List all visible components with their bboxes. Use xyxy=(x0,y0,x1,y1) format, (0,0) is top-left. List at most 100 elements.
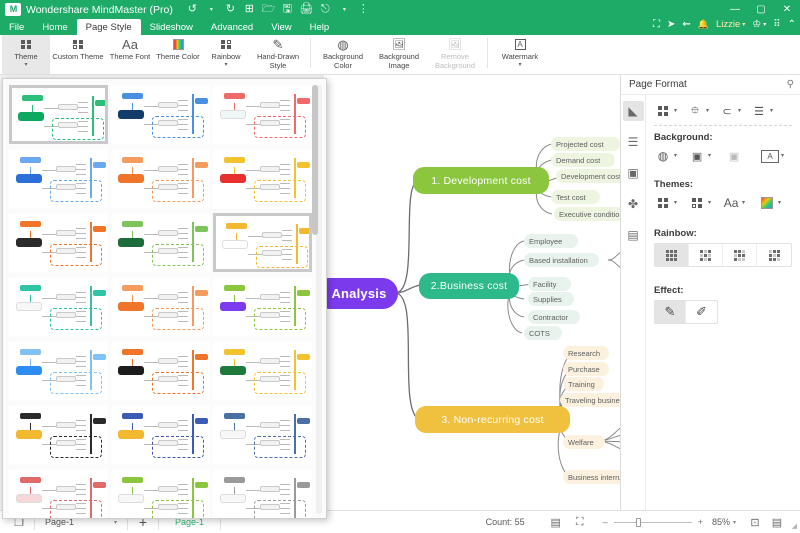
rainbow-option-4[interactable] xyxy=(757,244,791,266)
theme-thumbnail[interactable] xyxy=(9,277,108,336)
mindmap-branch-business-cost[interactable]: 2.Business cost xyxy=(419,273,519,299)
mindmap-subnode[interactable]: COTS xyxy=(524,326,562,340)
zoom-track[interactable] xyxy=(613,517,692,527)
theme-thumbnail[interactable] xyxy=(213,213,312,272)
theme-thumbnail[interactable] xyxy=(9,213,108,272)
watermark-dropdown-icon[interactable]: ▾ xyxy=(518,62,521,68)
remove-background-image-icon[interactable]: ▣ xyxy=(725,147,743,165)
account-name[interactable]: Lizzie xyxy=(716,19,740,30)
background-fill-dropdown-icon[interactable]: ▾ xyxy=(674,153,677,159)
tab-home[interactable]: Home xyxy=(33,19,76,35)
watermark-button[interactable]: A Watermark ▾ xyxy=(492,35,548,74)
export-dropdown-icon[interactable]: ▾ xyxy=(337,2,352,17)
mindmap-subnode[interactable]: Facility xyxy=(528,277,571,291)
theme-preset-icon[interactable] xyxy=(654,194,672,212)
effect-normal[interactable]: ✎ xyxy=(655,301,686,323)
theme-font-button[interactable]: Aa Theme Font xyxy=(106,35,154,74)
mindmap-subnode[interactable]: Training xyxy=(563,377,604,391)
layout-numbering-dropdown-icon[interactable]: ▾ xyxy=(770,108,773,114)
mindmap-subnode[interactable]: Research xyxy=(563,346,609,360)
theme-thumbnail[interactable] xyxy=(213,341,312,400)
theme-thumbnail[interactable] xyxy=(111,469,210,518)
layout-theme-icon[interactable] xyxy=(654,102,672,120)
theme-thumbnail[interactable] xyxy=(213,85,312,144)
new-icon[interactable]: ⊞ xyxy=(242,2,257,17)
redo-icon[interactable]: ↻ xyxy=(223,2,238,17)
zoom-level-label[interactable]: 85% xyxy=(712,517,730,527)
share-icon[interactable]: ⇜ xyxy=(682,19,690,30)
rainbow-option-3[interactable] xyxy=(723,244,757,266)
apps-grid-icon[interactable]: ⠿ xyxy=(773,19,780,30)
background-fill-icon[interactable]: ◍ xyxy=(654,147,672,165)
theme-thumbnail[interactable] xyxy=(111,341,210,400)
theme-gallery-scrollbar-thumb[interactable] xyxy=(312,85,318,235)
theme-preset-dropdown-icon[interactable]: ▾ xyxy=(674,200,677,206)
upgrade-dropdown-icon[interactable]: ▾ xyxy=(763,21,766,28)
export-icon[interactable]: ⎋ xyxy=(318,2,333,17)
theme-thumbnail[interactable] xyxy=(111,85,210,144)
watermark-text-icon[interactable]: A xyxy=(761,149,780,163)
tab-slideshow[interactable]: Slideshow xyxy=(141,19,202,35)
background-color-button[interactable]: ◍ Background Color xyxy=(315,35,371,74)
rainbow-option-1[interactable] xyxy=(655,244,689,266)
collapse-ribbon-icon[interactable]: ⌃ xyxy=(788,19,796,30)
theme-color-dropdown-icon[interactable]: ▾ xyxy=(778,200,781,206)
task-board-icon[interactable]: ▤ xyxy=(623,225,644,245)
clover-icon[interactable]: ✤ xyxy=(623,194,644,214)
focus-mode-icon[interactable]: ⊡ xyxy=(746,514,764,530)
zoom-out-button[interactable]: – xyxy=(603,517,608,527)
background-image-dropdown-icon[interactable]: ▾ xyxy=(708,153,711,159)
layout-theme-dropdown-icon[interactable]: ▾ xyxy=(674,108,677,114)
split-view-icon[interactable]: ▤ xyxy=(768,514,786,530)
tab-view[interactable]: View xyxy=(262,19,300,35)
more-qat-icon[interactable]: ⋮ xyxy=(356,2,371,17)
notification-icon[interactable]: 🔔 xyxy=(698,19,709,30)
mindmap-branch-non-recurring-cost[interactable]: 3. Non-recurring cost xyxy=(415,406,570,433)
open-icon[interactable]: 🗁 xyxy=(261,2,276,17)
effect-hand-drawn[interactable]: ✐ xyxy=(686,301,717,323)
tab-page-style[interactable]: Page Style xyxy=(76,19,141,35)
theme-dropdown-icon[interactable]: ▾ xyxy=(24,62,27,68)
fit-page-icon[interactable]: ▤ xyxy=(547,514,565,530)
mindmap-subnode[interactable]: Supplies xyxy=(528,292,574,306)
theme-thumbnail[interactable] xyxy=(111,405,210,464)
mindmap-subnode[interactable]: Test cost xyxy=(551,190,600,204)
background-image-icon[interactable]: ▣ xyxy=(688,147,706,165)
fullscreen-icon[interactable]: ⛶ xyxy=(653,19,660,30)
mindmap-subnode[interactable]: Employee xyxy=(524,234,578,248)
save-icon[interactable]: 🖫 xyxy=(280,2,295,17)
mindmap-subnode[interactable]: Demand cost xyxy=(551,153,615,167)
zoom-slider[interactable]: – + xyxy=(603,517,703,527)
tab-help[interactable]: Help xyxy=(301,19,339,35)
fit-window-icon[interactable]: ⛶ xyxy=(571,514,589,530)
theme-color-button[interactable]: Theme Color xyxy=(154,35,202,74)
theme-thumbnail[interactable] xyxy=(213,277,312,336)
mindmap-subnode[interactable]: Projected cost xyxy=(551,137,620,151)
mindmap-subnode[interactable]: Welfare xyxy=(563,435,605,449)
mindmap-branch-development-cost[interactable]: 1. Development cost xyxy=(413,167,549,194)
mindmap-subnode[interactable]: Purchase xyxy=(563,362,609,376)
theme-thumbnail[interactable] xyxy=(9,469,108,518)
rainbow-option-2[interactable] xyxy=(689,244,723,266)
theme-thumbnail[interactable] xyxy=(111,213,210,272)
mindmap-root-node[interactable]: Analysis xyxy=(320,278,398,309)
background-image-button[interactable]: 🖼 Background Image xyxy=(371,35,427,74)
zoom-knob[interactable] xyxy=(635,517,641,527)
image-frame-icon[interactable]: ▣ xyxy=(623,163,644,183)
theme-thumbnail[interactable] xyxy=(213,405,312,464)
mindmap-subnode[interactable]: Based installation xyxy=(524,253,599,267)
layout-branch-dropdown-icon[interactable]: ▾ xyxy=(738,108,741,114)
rainbow-dropdown-icon[interactable]: ▾ xyxy=(224,62,227,68)
watermark-text-dropdown-icon[interactable]: ▾ xyxy=(781,153,784,159)
layout-structure-icon[interactable]: ⯐ xyxy=(686,102,704,120)
layout-branch-icon[interactable]: ⊂ xyxy=(718,102,736,120)
theme-thumbnail[interactable] xyxy=(9,341,108,400)
theme-color-icon[interactable] xyxy=(758,194,776,212)
style-brush-icon[interactable]: ◣ xyxy=(622,101,644,121)
theme-gallery-scrollbar-track[interactable] xyxy=(312,85,322,514)
theme-thumbnail[interactable] xyxy=(213,469,312,518)
hand-drawn-style-button[interactable]: ✎ Hand-Drawn Style xyxy=(250,35,306,74)
mindmap-subnode[interactable]: Contractor xyxy=(528,310,580,324)
theme-button[interactable]: Theme ▾ xyxy=(2,35,50,74)
zoom-in-button[interactable]: + xyxy=(698,517,703,527)
